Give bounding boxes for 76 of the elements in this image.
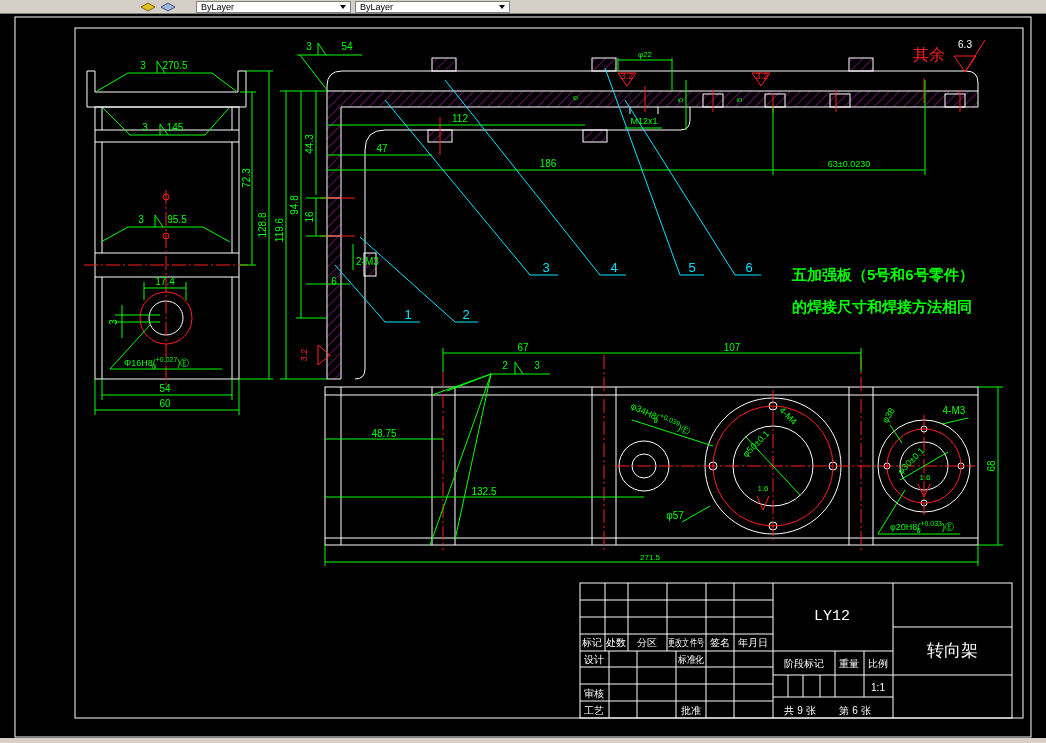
title-block-label: 比例 [868,658,888,669]
dimension-label: 48.75 [371,428,397,439]
dimension-label: 1.6 [757,484,769,493]
dimension-label: 54 [159,383,171,394]
linetype-dropdown[interactable]: ByLayer [355,1,510,13]
dimension-label: 107 [723,342,741,353]
dimension-label: 6 [571,95,580,101]
part-number-label: 2 [462,307,470,322]
dimension-label: φ38 [880,406,897,425]
part-number-label: 4 [610,260,618,275]
dimension-label: 68 [986,460,997,472]
part-number-label: 3 [542,260,550,275]
title-block-label: 1:1 [871,682,885,693]
part-number-label: 5 [688,260,696,275]
title-block-label: 审核 [584,688,604,699]
dimension-label: 1.6 [919,473,931,482]
dimension-label: φ57 [666,510,684,521]
title-block-label: 签名 [710,637,730,648]
dimension-label: 3 [306,41,312,52]
roughness-value: 3.2 [755,71,769,81]
dimension-label: 67 [517,342,529,353]
dimension-label: 44.3 [304,134,315,154]
dimension-label: 5 [676,97,685,103]
title-block-label: 标准化 [678,653,704,666]
dimension-label: 95.5 [167,214,187,225]
dimension-label: 3 [142,122,148,133]
title-block-label: 批准 [681,705,701,716]
dimension-label: 47 [376,143,388,154]
title-block-label: 重量 [839,658,859,669]
dimension-label: 3 [138,214,144,225]
dimension-label: 128.8 [257,212,268,238]
dimension-label: 145 [166,122,184,133]
dimension-label: 5 [735,97,744,103]
dimension-label: 17.4 [155,276,175,287]
dimension-label: 112 [452,113,468,124]
dimension-label: 3 [534,360,540,371]
dimension-label: 54 [341,41,353,52]
dimension-label: 119.6 [274,217,285,243]
dimension-label: 60 [159,398,171,409]
dimension-label: φ22 [637,50,653,59]
title-block-label: 标记 [582,637,602,648]
dimension-label: 271.5 [640,553,660,562]
dimension-label: 63±0.0230 [827,159,871,169]
dimension-label: 16 [304,211,315,223]
part-number-label: 6 [745,260,753,275]
title-block-label: 阶段标记 [784,658,824,669]
dimension-label: 3 [108,319,119,325]
title-block-label: 分区 [637,637,657,648]
roughness-value: 3.2 [620,71,634,81]
dimension-label: 6 [331,276,337,287]
roughness-value: 3.2 [299,348,309,362]
dimension-label: 3 [140,60,146,71]
dimension-label: 6.3 [958,39,972,50]
title-block-label: 工艺 [584,705,604,716]
remark-text: 其余 [913,46,945,63]
title-block-label: 更改文件号 [667,636,705,649]
note-text: 的焊接尺寸和焊接方法相同 [792,298,972,315]
title-block-label: 处数 [606,637,626,648]
title-block-label: 第 6 张 [839,705,871,716]
dimension-label: 94.8 [289,195,300,215]
title-block-label: 年月日 [738,637,768,648]
part-number-label: 1 [404,307,412,322]
material-text: LY12 [814,608,850,625]
dimension-label: 2 [502,360,508,371]
title-block-label: 设计 [584,654,604,665]
caret-icon [499,5,505,9]
dimension-label: 270.5 [162,60,188,71]
note-text: 五加强板（5号和6号零件） [792,266,974,283]
title-block-label: 共 9 张 [784,705,816,716]
dimension-label: 4-M3 [942,405,966,416]
part-name-text: 转向架 [926,641,978,660]
dimension-label: 186 [539,158,557,169]
dimension-label: 72.3 [241,168,252,188]
linetype-dropdown[interactable]: ByLayer [196,1,351,13]
caret-icon [340,5,346,9]
dimension-label: 132.5 [471,486,497,497]
